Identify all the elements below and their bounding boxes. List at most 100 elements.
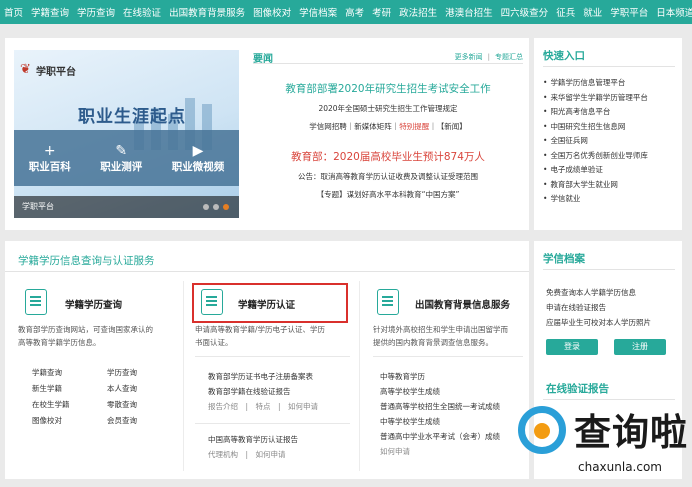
news-links[interactable]: 学信网招聘｜新媒体矩阵｜ — [309, 122, 399, 131]
quick-entry-panel: 快速入口 学籍学历信息管理平台来华留学生学籍学历管理平台阳光高考信息平台中国研究… — [534, 38, 682, 230]
link-self-query[interactable]: 本人查询 — [107, 381, 137, 397]
cert-sublinks-2[interactable]: 代理机构 | 如何申请 — [208, 447, 298, 462]
banner-logo-text: 学职平台 — [36, 66, 76, 78]
play-icon: ▶ — [192, 142, 204, 159]
news-header: 要闻 更多新闻 | 专题汇总 — [253, 46, 523, 65]
featured-panel: ❦ 学职平台 职业生涯起点 + 职业百科 ✎ 职业测评 ▶ 职业微视频 学职平台… — [5, 38, 529, 230]
service-cert-desc: 申请高等教育学籍/学历电子认证、学历 书面认证。 — [195, 325, 326, 347]
abroad-links: 中等教育学历 高等学校学生成绩 普通高等学校招生全国统一考试成绩 中等学校学生成… — [380, 369, 500, 459]
topic-link[interactable]: 专题汇总 — [495, 53, 523, 61]
news-sub-1[interactable]: 2020年全国硕士研究生招生工作管理规定 — [253, 103, 523, 114]
nav-item[interactable]: 学信档案 — [299, 5, 337, 19]
abroad-how-to[interactable]: 如何申请 — [380, 444, 500, 459]
link-secondary-edu[interactable]: 中等教育学历 — [380, 369, 500, 384]
document-icon — [377, 289, 399, 315]
register-button[interactable]: 注册 — [614, 339, 666, 355]
link-register-form[interactable]: 教育部学历证书电子注册备案表 — [208, 369, 318, 384]
quick-entry-item[interactable]: 学信就业 — [543, 192, 648, 207]
service-query-title[interactable]: 学籍学历查询 — [65, 297, 122, 311]
quick-entry-item[interactable]: 电子成绩单验证 — [543, 163, 648, 178]
banner-item-career-video[interactable]: ▶ 职业微视频 — [172, 143, 225, 174]
nav-item[interactable]: 征兵 — [556, 5, 575, 19]
link-scattered-query[interactable]: 零散查询 — [107, 397, 137, 413]
nav-item[interactable]: 政法招生 — [399, 5, 437, 19]
quick-entry-item[interactable]: 全国万名优秀创新创业导师库 — [543, 149, 648, 164]
carousel-dot[interactable] — [203, 204, 209, 210]
watermark-logo: 查询啦 chaxunla.com — [518, 400, 692, 482]
nav-item[interactable]: 港澳台招生 — [445, 5, 493, 19]
nav-item[interactable]: 首页 — [4, 5, 23, 19]
service-abroad-desc: 针对境外高校招生和学生申请出国留学而 提供的国内教育背景调查信息服务。 — [373, 325, 508, 347]
link-online-verify[interactable]: 教育部学籍在线验证报告 — [208, 384, 318, 399]
cert-links: 教育部学历证书电子注册备案表 教育部学籍在线验证报告 报告介绍 | 特点 | 如… — [208, 369, 318, 414]
link-xueji-query[interactable]: 学籍查询 — [32, 365, 70, 381]
nav-item[interactable]: 在线验证 — [123, 5, 161, 19]
plus-icon: + — [43, 142, 56, 159]
nav-item[interactable]: 学职平台 — [610, 5, 648, 19]
nav-item[interactable]: 考研 — [372, 5, 391, 19]
link-image-check[interactable]: 图像校对 — [32, 413, 70, 429]
highlight-box — [192, 283, 348, 323]
verify-report-title: 在线验证报告 — [546, 383, 609, 395]
archive-desc: 免费查询本人学籍学历信息 申请在线验证报告 应届毕业生可校对本人学历照片 — [546, 288, 651, 327]
carousel-dot[interactable] — [213, 204, 219, 210]
headline-1[interactable]: 教育部部署2020年研究生招生考试安全工作 — [253, 81, 523, 96]
link-enrolled[interactable]: 在校生学籍 — [32, 397, 70, 413]
banner-item-career-test[interactable]: ✎ 职业测评 — [100, 143, 142, 174]
login-button[interactable]: 登录 — [546, 339, 598, 355]
quick-entry-item[interactable]: 中国研究生招生信息网 — [543, 120, 648, 135]
nav-item[interactable]: 四六级查分 — [501, 5, 549, 19]
pencil-icon: ✎ — [115, 142, 128, 159]
news-sub-4[interactable]: 【专题】谋划好高水平本科教育“中国方案” — [253, 189, 523, 200]
service-query-desc: 教育部学历查询网站，可查询国家承认的 高等教育学籍学历信息。 — [18, 325, 153, 347]
services-panel: 学籍学历信息查询与认证服务 学籍学历查询 教育部学历查询网站，可查询国家承认的 … — [5, 241, 529, 479]
nav-item[interactable]: 学历查询 — [77, 5, 115, 19]
link-xueli-query[interactable]: 学历查询 — [107, 365, 137, 381]
quick-entry-item[interactable]: 来华留学生学籍学历管理平台 — [543, 91, 648, 106]
query-links-right: 学历查询 本人查询 零散查询 会员查询 — [107, 365, 137, 429]
link-member-query[interactable]: 会员查询 — [107, 413, 137, 429]
more-news-link[interactable]: 更多新闻 — [455, 53, 483, 61]
nav-item[interactable]: 出国教育背景服务 — [169, 5, 245, 19]
quick-entry-item[interactable]: 阳光高考信息平台 — [543, 105, 648, 120]
quick-entry-title: 快速入口 — [543, 50, 585, 62]
link-cert-report[interactable]: 中国高等教育学历认证报告 — [208, 432, 298, 447]
news-title: 要闻 — [253, 54, 273, 65]
top-nav: 首页 学籍查询 学历查询 在线验证 出国教育背景服务 图像校对 学信档案 高考 考研 政法招生 港澳… — [0, 0, 692, 24]
quick-entry-item[interactable]: 教育部大学生就业网 — [543, 178, 648, 193]
carousel-dot-active[interactable] — [223, 204, 229, 210]
link-middle-school-grades[interactable]: 中等学校学生成绩 — [380, 414, 500, 429]
search-icon — [518, 406, 566, 454]
nav-item[interactable]: 日本频道 — [656, 5, 692, 19]
query-links-left: 学籍查询 新生学籍 在校生学籍 图像校对 — [32, 365, 70, 429]
nav-item[interactable]: 高考 — [345, 5, 364, 19]
link-huikao-score[interactable]: 普通高中学业水平考试（会考）成绩 — [380, 429, 500, 444]
banner-item-career-wiki[interactable]: + 职业百科 — [29, 143, 71, 174]
flame-icon: ❦ — [20, 62, 31, 77]
archive-title: 学信档案 — [543, 253, 585, 265]
banner-feature-strip: + 职业百科 ✎ 职业测评 ▶ 职业微视频 — [14, 130, 239, 186]
nav-item[interactable]: 图像校对 — [253, 5, 291, 19]
banner-title: 职业生涯起点 — [78, 107, 186, 127]
quick-entry-item[interactable]: 学籍学历信息管理平台 — [543, 76, 648, 91]
nav-item[interactable]: 就业 — [583, 5, 602, 19]
news-sub-2: 学信网招聘｜新媒体矩阵｜特别提醒｜【新闻】 — [253, 121, 523, 132]
link-new-student[interactable]: 新生学籍 — [32, 381, 70, 397]
cert-sublinks-1[interactable]: 报告介绍 | 特点 | 如何申请 — [208, 399, 318, 414]
headline-2[interactable]: 教育部：2020届高校毕业生预计874万人 — [253, 149, 523, 164]
news-link[interactable]: ｜【新闻】 — [429, 122, 467, 131]
quick-entry-item[interactable]: 全国征兵网 — [543, 134, 648, 149]
special-notice-link[interactable]: 特别提醒 — [399, 122, 429, 131]
link-gaokao-score[interactable]: 普通高等学校招生全国统一考试成绩 — [380, 399, 500, 414]
services-title: 学籍学历信息查询与认证服务 — [18, 255, 155, 267]
carousel-dots[interactable] — [203, 204, 229, 210]
banner-logo: ❦ 学职平台 — [20, 62, 76, 78]
link-college-grades[interactable]: 高等学校学生成绩 — [380, 384, 500, 399]
cert-links-2: 中国高等教育学历认证报告 代理机构 | 如何申请 — [208, 432, 298, 462]
news-sub-3[interactable]: 公告：取消高等教育学历认证收费及调整认证受理范围 — [253, 171, 523, 182]
banner-carousel[interactable]: ❦ 学职平台 职业生涯起点 + 职业百科 ✎ 职业测评 ▶ 职业微视频 学职平台 — [14, 50, 239, 218]
nav-item[interactable]: 学籍查询 — [31, 5, 69, 19]
service-abroad-title[interactable]: 出国教育背景信息服务 — [415, 297, 510, 311]
document-icon — [25, 289, 47, 315]
quick-entry-list: 学籍学历信息管理平台来华留学生学籍学历管理平台阳光高考信息平台中国研究生招生信息… — [543, 76, 648, 207]
